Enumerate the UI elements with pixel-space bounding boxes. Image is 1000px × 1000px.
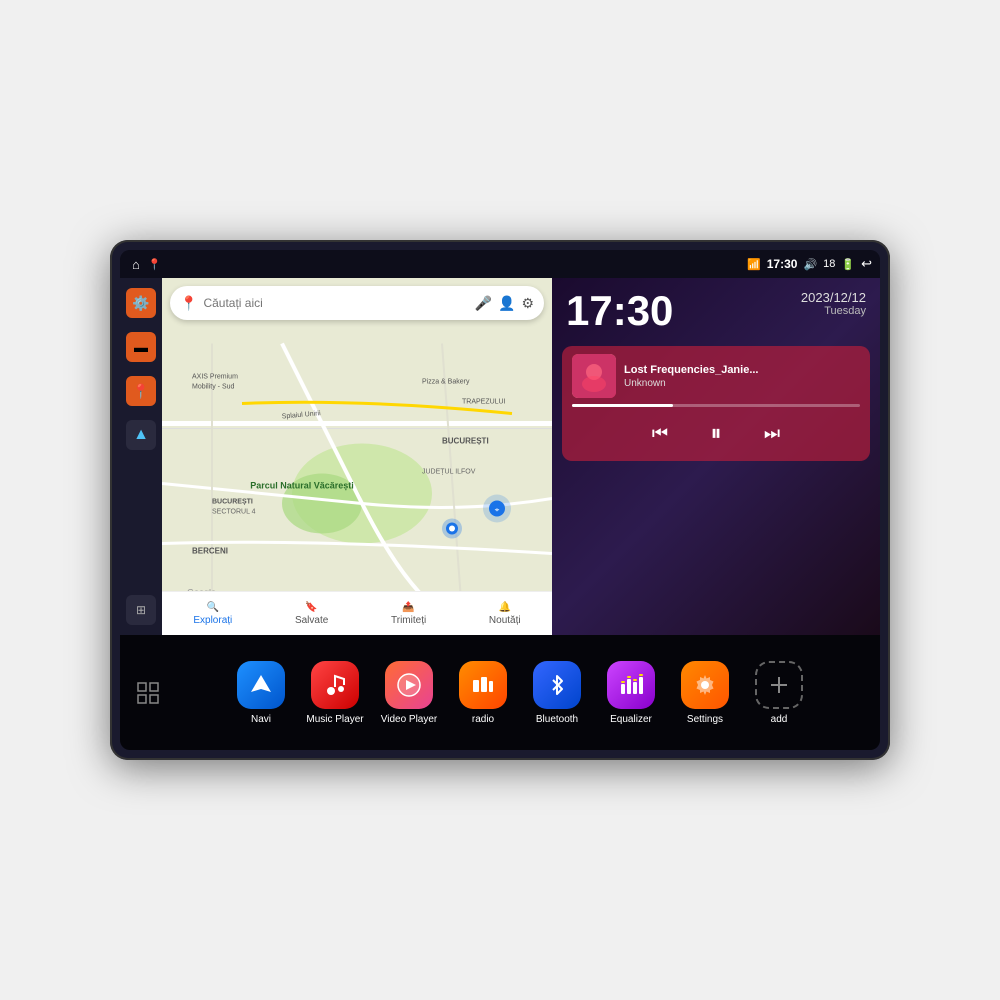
app-item-equalizer[interactable]: Equalizer [599,661,663,725]
bluetooth-icon [533,661,581,709]
main-area: ⚙️ ▬ 📍 ▲ ⊞ 📍 🎤 👤 ⚙ [120,278,880,635]
music-progress-fill [572,404,673,407]
svg-text:Mobility - Sud: Mobility - Sud [192,384,235,391]
news-label: Noutăți [489,615,521,626]
music-controls: ⏮ ⏸ ⏭ [572,413,860,453]
add-icon [755,661,803,709]
svg-text:BUCUREȘTI: BUCUREȘTI [212,499,253,506]
explore-label: Explorați [193,615,232,626]
sound-icon: 🔊 [803,258,817,271]
status-left: ⌂ 📍 [132,257,162,272]
navi-label: Navi [251,714,271,725]
svg-text:JUDEȚUL ILFOV: JUDEȚUL ILFOV [422,469,476,476]
google-maps-pin-icon: 📍 [180,295,197,312]
maps-icon[interactable]: 📍 [148,258,162,271]
app-item-settings[interactable]: Settings [673,661,737,725]
navi-icon [237,661,285,709]
music-player-label: Music Player [306,714,363,725]
sidebar-settings-icon[interactable]: ⚙️ [126,288,156,318]
svg-text:BUCUREȘTI: BUCUREȘTI [442,437,489,446]
status-right: 📶 17:30 🔊 18 🔋 ↩ [747,256,872,272]
account-icon[interactable]: 👤 [498,295,515,312]
right-panel: 17:30 2023/12/12 Tuesday [552,278,880,635]
send-icon: 📤 [402,602,414,613]
saved-icon: 🔖 [305,602,317,613]
bluetooth-label: Bluetooth [536,714,578,725]
map-container: 📍 🎤 👤 ⚙ [162,278,552,635]
svg-text:Pizza & Bakery: Pizza & Bakery [422,379,470,386]
sidebar-folder-icon[interactable]: ▬ [126,332,156,362]
map-nav-news[interactable]: 🔔 Noutăți [489,602,521,626]
music-player-icon [311,661,359,709]
video-player-label: Video Player [381,714,438,725]
map-visual: Parcul Natural Văcărești BUCUREȘTI JUDEȚ… [162,322,552,635]
send-label: Trimiteți [391,615,426,626]
news-icon: 🔔 [499,602,511,613]
apps-row: Navi Music Player [172,661,868,725]
settings-icon[interactable]: ⚙ [521,295,534,312]
app-item-radio[interactable]: radio [451,661,515,725]
screen: ⌂ 📍 📶 17:30 🔊 18 🔋 ↩ ⚙️ ▬ 📍 ▲ ⊞ [120,250,880,750]
home-icon[interactable]: ⌂ [132,257,140,272]
music-widget: Lost Frequencies_Janie... Unknown ⏮ ⏸ ⏭ [562,346,870,461]
radio-icon [459,661,507,709]
status-time: 17:30 [767,257,798,271]
prev-button[interactable]: ⏮ [644,417,676,449]
video-player-icon [385,661,433,709]
map-nav-send[interactable]: 📤 Trimiteți [391,602,426,626]
svg-text:⌖: ⌖ [495,506,500,515]
battery-icon: 🔋 [841,258,855,271]
map-nav-explore[interactable]: 🔍 Explorați [193,602,232,626]
album-art [572,354,616,398]
music-text: Lost Frequencies_Janie... Unknown [624,364,860,389]
music-artist: Unknown [624,378,860,389]
mic-icon[interactable]: 🎤 [475,295,492,312]
back-icon[interactable]: ↩ [861,256,872,272]
clock-date: 2023/12/12 Tuesday [801,290,866,317]
music-progress-bar[interactable] [572,404,860,407]
apps-grid-toggle[interactable] [132,677,164,709]
app-item-bluetooth[interactable]: Bluetooth [525,661,589,725]
pause-button[interactable]: ⏸ [700,417,732,449]
map-search-input[interactable] [203,296,468,310]
app-item-navi[interactable]: Navi [229,661,293,725]
apps-area: Navi Music Player [120,635,880,750]
svg-text:AXIS Premium: AXIS Premium [192,374,238,381]
date-day: Tuesday [801,305,866,317]
next-button[interactable]: ⏭ [756,417,788,449]
saved-label: Salvate [295,615,328,626]
music-info: Lost Frequencies_Janie... Unknown [572,354,860,398]
radio-label: radio [472,714,494,725]
device: ⌂ 📍 📶 17:30 🔊 18 🔋 ↩ ⚙️ ▬ 📍 ▲ ⊞ [110,240,890,760]
status-bar: ⌂ 📍 📶 17:30 🔊 18 🔋 ↩ [120,250,880,278]
battery-level: 18 [823,258,835,270]
map-nav-saved[interactable]: 🔖 Salvate [295,602,328,626]
map-bottom-nav: 🔍 Explorați 🔖 Salvate 📤 Trimiteți 🔔 Nout… [162,591,552,635]
date-number: 2023/12/12 [801,290,866,305]
add-label: add [771,714,788,725]
sidebar-map-icon[interactable]: 📍 [126,376,156,406]
app-item-video-player[interactable]: Video Player [377,661,441,725]
svg-text:Parcul Natural Văcărești: Parcul Natural Văcărești [250,481,354,491]
explore-icon: 🔍 [207,602,219,613]
svg-text:BERCENI: BERCENI [192,547,228,556]
svg-text:TRAPEZULUI: TRAPEZULUI [462,399,506,406]
app-item-add[interactable]: add [747,661,811,725]
sidebar: ⚙️ ▬ 📍 ▲ ⊞ [120,278,162,635]
wifi-icon: 📶 [747,258,761,271]
app-item-music-player[interactable]: Music Player [303,661,367,725]
sidebar-nav-icon[interactable]: ▲ [126,420,156,450]
music-title: Lost Frequencies_Janie... [624,364,860,376]
clock-time: 17:30 [566,290,673,332]
sidebar-apps-icon[interactable]: ⊞ [126,595,156,625]
equalizer-label: Equalizer [610,714,652,725]
clock-section: 17:30 2023/12/12 Tuesday [552,278,880,340]
svg-text:SECTORUL 4: SECTORUL 4 [212,509,256,516]
settings-app-label: Settings [687,714,723,725]
settings-app-icon [681,661,729,709]
map-search-bar[interactable]: 📍 🎤 👤 ⚙ [170,286,544,320]
equalizer-icon [607,661,655,709]
